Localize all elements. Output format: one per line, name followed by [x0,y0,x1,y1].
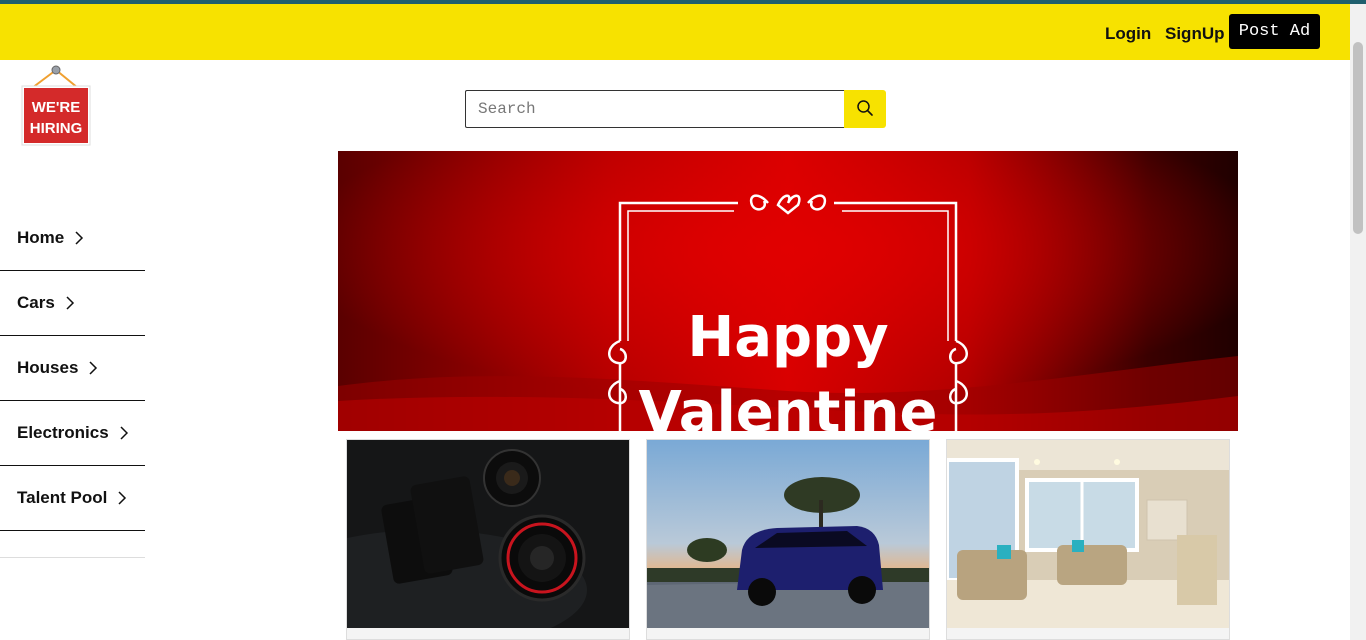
logo-line1: WE'RE [32,99,81,116]
listing-card-houses[interactable] [946,439,1230,640]
top-bar: Login SignUp Post Ad [0,4,1350,60]
sidebar: Home Cars Houses Electronics Talent Pool [0,206,145,558]
sidebar-item-talent-pool[interactable]: Talent Pool [0,466,145,531]
logo-line2: HIRING [30,120,83,137]
sidebar-item-electronics[interactable]: Electronics [0,401,145,466]
living-room-photo [947,440,1229,628]
chevron-right-icon [74,230,84,246]
chevron-right-icon [119,425,129,441]
logo[interactable]: WE'RE HIRING [20,64,92,148]
sidebar-item-label: Talent Pool [17,488,108,507]
scrollbar-thumb[interactable] [1353,42,1363,234]
listing-card-electronics[interactable] [346,439,630,640]
chevron-right-icon [65,295,75,311]
search-button[interactable] [844,90,886,128]
search-bar [465,90,886,128]
sidebar-item-label: Houses [17,358,79,377]
chevron-right-icon [117,490,127,506]
banner-line2: Valentine [639,380,938,431]
promo-banner[interactable]: Happy Valentine [338,151,1238,431]
signup-link[interactable]: SignUp [1165,24,1225,44]
listing-card-cars[interactable] [646,439,930,640]
sidebar-item-label: Home [17,228,65,247]
sidebar-item-houses[interactable]: Houses [0,336,145,401]
login-link[interactable]: Login [1105,24,1151,44]
banner-line1: Happy [687,305,888,370]
search-icon [856,99,874,120]
sidebar-item-label: Electronics [17,423,109,442]
search-input[interactable] [465,90,844,128]
post-ad-button[interactable]: Post Ad [1229,14,1320,49]
sidebar-divider [0,531,145,558]
scrollbar[interactable] [1350,4,1366,640]
camera-photo [347,440,629,628]
car-photo [647,440,929,628]
sidebar-item-home[interactable]: Home [0,206,145,271]
chevron-right-icon [88,360,98,376]
sidebar-item-cars[interactable]: Cars [0,271,145,336]
sidebar-item-label: Cars [17,293,55,312]
